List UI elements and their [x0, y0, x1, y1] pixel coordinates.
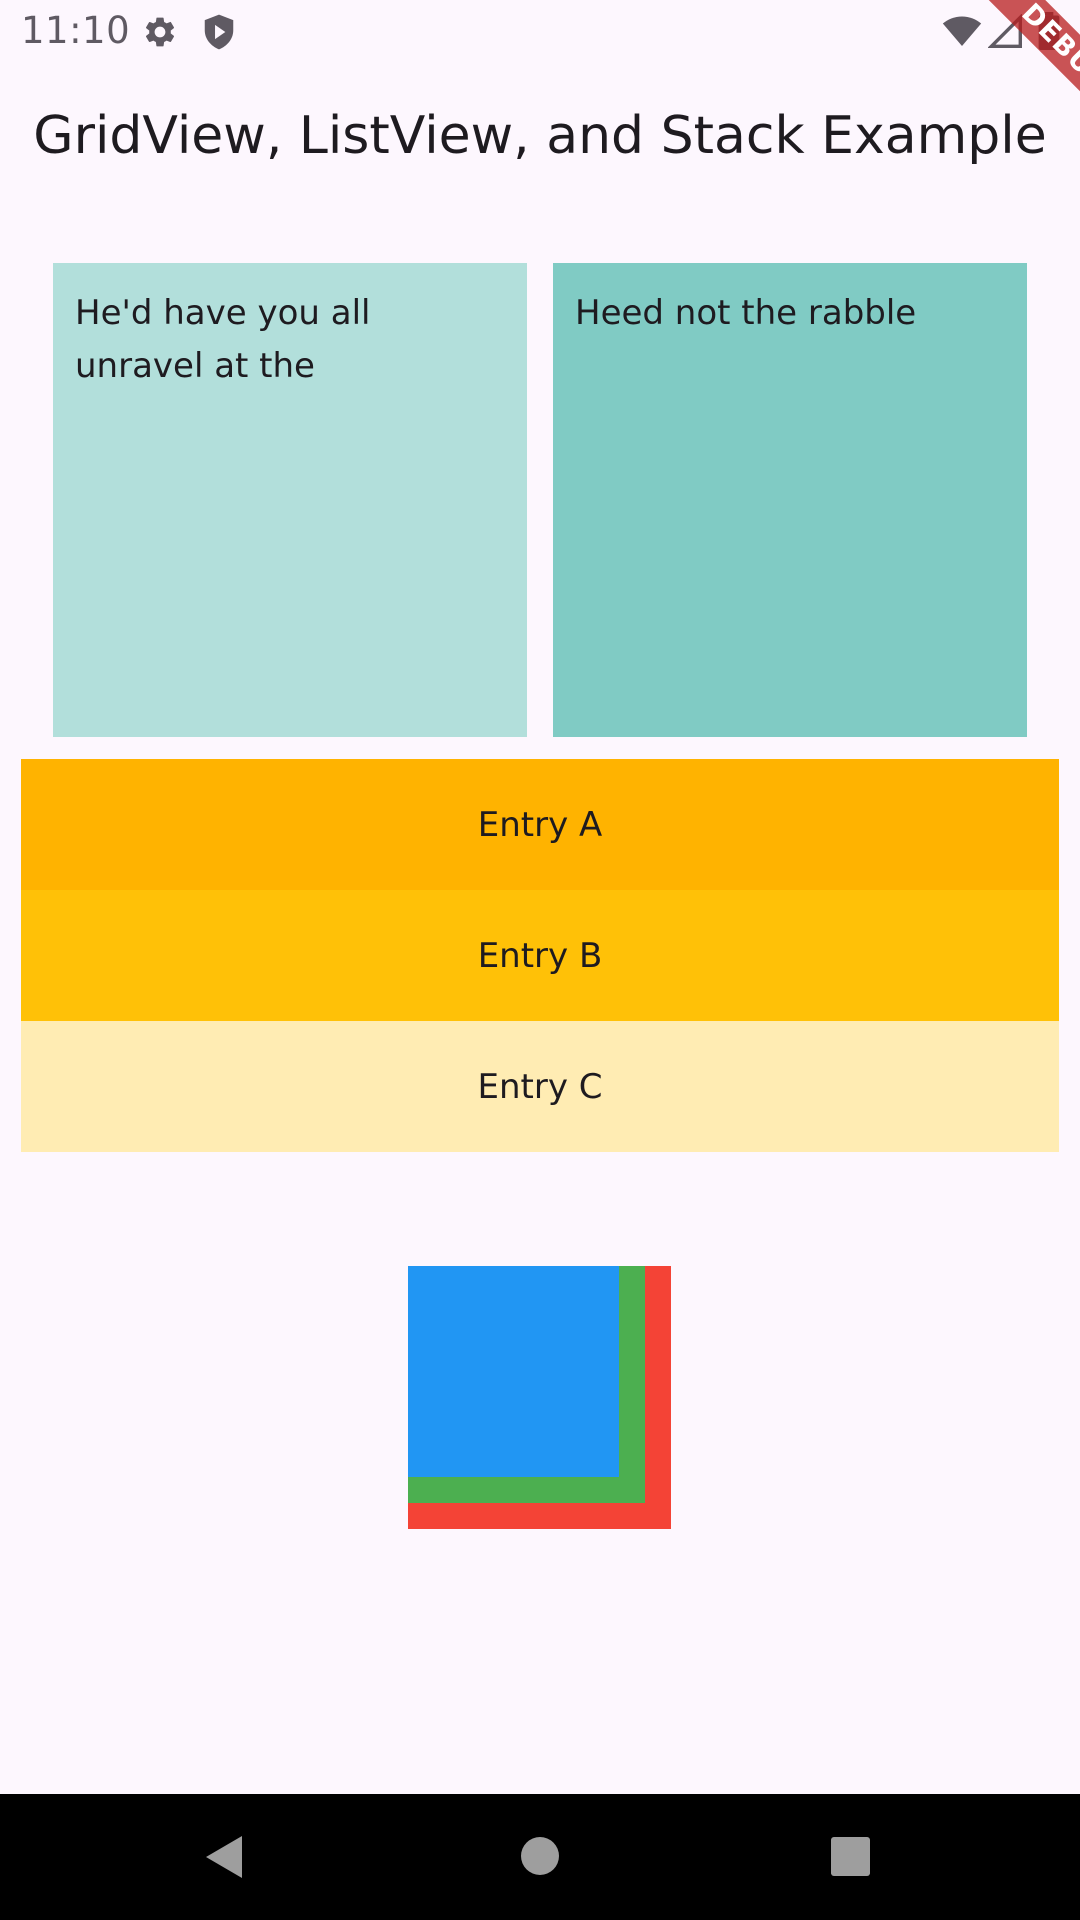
status-time: 11:10	[21, 9, 131, 52]
list-item-label: Entry C	[477, 1066, 603, 1107]
back-icon[interactable]	[204, 1834, 244, 1880]
home-icon[interactable]	[520, 1836, 560, 1876]
list-item-label: Entry A	[477, 804, 603, 845]
grid-tile-text: He'd have you all unravel at the	[75, 293, 371, 386]
page-title: GridView, ListView, and Stack Example	[33, 106, 1047, 166]
list-item: Entry A	[21, 759, 1059, 890]
cell-signal-icon	[988, 14, 1022, 48]
list-item: Entry B	[21, 890, 1059, 1021]
stack-container	[408, 1266, 671, 1529]
status-bar: 11:10	[0, 0, 1080, 62]
recents-icon[interactable]	[831, 1837, 870, 1876]
stack-layer-blue	[408, 1266, 619, 1477]
shield-play-icon	[204, 14, 234, 50]
grid-tile-text: Heed not the rabble	[575, 293, 917, 333]
wifi-icon	[942, 16, 982, 46]
battery-icon	[1038, 12, 1060, 50]
system-nav-bar	[0, 1794, 1080, 1920]
list-item: Entry C	[21, 1021, 1059, 1152]
gear-icon	[145, 17, 175, 47]
grid-tile: He'd have you all unravel at the	[53, 263, 527, 737]
grid-tile: Heed not the rabble	[553, 263, 1027, 737]
list-item-label: Entry B	[477, 935, 603, 976]
